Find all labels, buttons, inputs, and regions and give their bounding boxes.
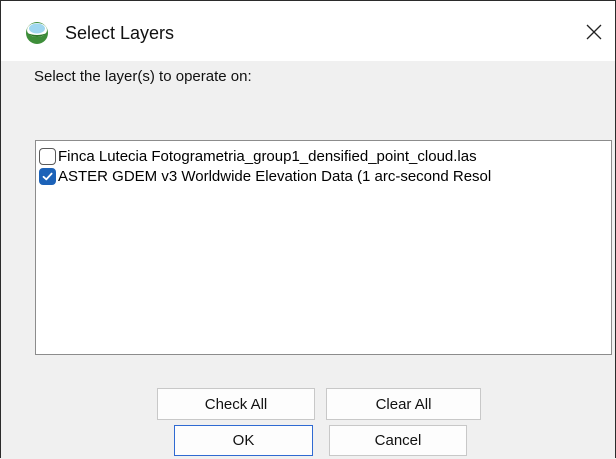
- layer-list[interactable]: Finca Lutecia Fotogrametria_group1_densi…: [35, 140, 612, 355]
- layer-checkbox[interactable]: [39, 147, 56, 165]
- layer-item[interactable]: ASTER GDEM v3 Worldwide Elevation Data (…: [39, 166, 491, 186]
- layer-label: ASTER GDEM v3 Worldwide Elevation Data (…: [58, 167, 492, 185]
- select-layers-dialog: Select Layers Select the layer(s) to ope…: [0, 0, 616, 458]
- instruction-label: Select the layer(s) to operate on:: [34, 68, 252, 85]
- cancel-button[interactable]: Cancel: [329, 425, 467, 456]
- dialog-title: Select Layers: [65, 23, 175, 43]
- check-all-button[interactable]: Check All: [157, 388, 315, 420]
- app-logo-icon: [25, 21, 49, 45]
- close-icon: [586, 24, 602, 40]
- title-bar: Select Layers: [1, 1, 615, 61]
- layer-checkbox[interactable]: [39, 167, 56, 185]
- layer-label: Finca Lutecia Fotogrametria_group1_densi…: [58, 147, 477, 165]
- clear-all-button[interactable]: Clear All: [326, 388, 481, 420]
- checkmark-icon: [42, 172, 53, 180]
- layer-item[interactable]: Finca Lutecia Fotogrametria_group1_densi…: [39, 146, 477, 166]
- close-button[interactable]: [579, 17, 609, 47]
- ok-button[interactable]: OK: [174, 425, 313, 456]
